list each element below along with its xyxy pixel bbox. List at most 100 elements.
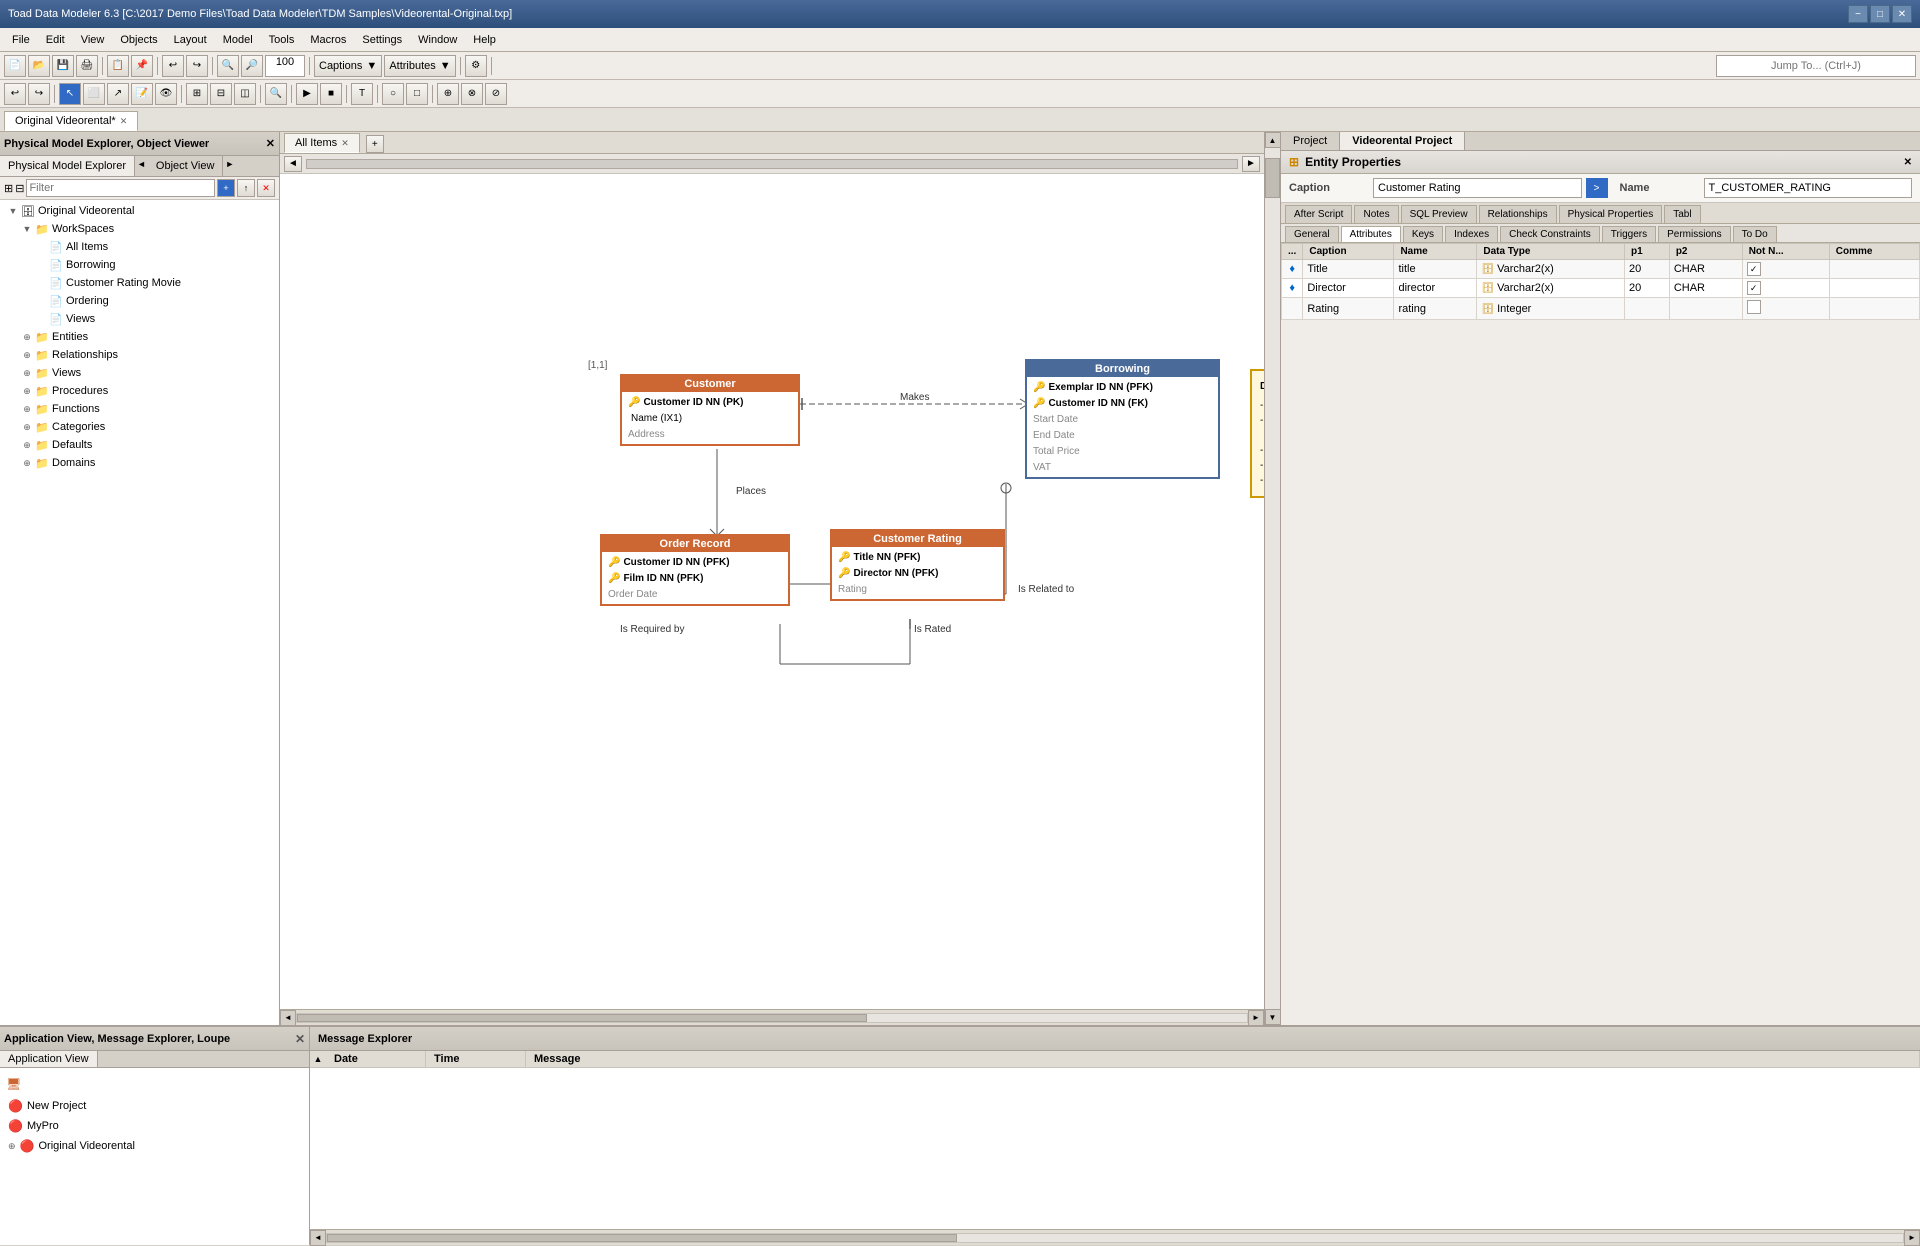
msg-hscroll-thumb[interactable] — [327, 1234, 957, 1242]
tb2-run[interactable]: ▶ — [296, 83, 318, 105]
general-tab[interactable]: General — [1285, 226, 1339, 242]
attributes-dropdown[interactable]: Attributes ▼ — [384, 55, 455, 77]
tree-workspaces[interactable]: ▼ 📁 WorkSpaces — [2, 220, 277, 238]
tree-crm[interactable]: 📄 Customer Rating Movie — [2, 274, 277, 292]
menu-edit[interactable]: Edit — [38, 29, 73, 51]
physical-model-tab[interactable]: Physical Model Explorer — [0, 156, 135, 176]
caption-arrow-btn[interactable]: > — [1586, 178, 1608, 198]
resize-handle-tl[interactable] — [832, 531, 840, 539]
close-button[interactable]: ✕ — [1892, 5, 1912, 23]
tb2-extra1[interactable]: ⊕ — [437, 83, 459, 105]
new-btn[interactable]: 📄 — [4, 55, 26, 77]
attributes-table-container[interactable]: ... Caption Name Data Type p1 p2 Not N..… — [1281, 243, 1920, 1025]
th-notnull[interactable]: Not N... — [1742, 244, 1829, 260]
relationships-tab[interactable]: Relationships — [1479, 205, 1557, 223]
o-expand[interactable] — [34, 294, 48, 308]
captions-dropdown[interactable]: Captions ▼ — [314, 55, 382, 77]
tb2-note[interactable]: 📝 — [131, 83, 153, 105]
resize-handle-bl[interactable] — [832, 591, 840, 599]
msg-hscroll-left[interactable]: ◄ — [310, 1230, 326, 1246]
pan-right[interactable]: ► — [1242, 156, 1260, 172]
tb2-entity[interactable]: ⬜ — [83, 83, 105, 105]
tree-categories[interactable]: ⊕ 📁 Categories — [2, 418, 277, 436]
todo-tab[interactable]: To Do — [1733, 226, 1777, 242]
canvas-area[interactable]: [1,1] [2,1] Customer 🔑 Customer ID NN (P… — [280, 174, 1264, 1009]
zoom-in-btn[interactable]: 🔍 — [217, 55, 239, 77]
app-item-mypro[interactable]: 🔴 MyPro — [4, 1116, 305, 1136]
tb2-rel[interactable]: ↗ — [107, 83, 129, 105]
remove-filter-btn[interactable]: ↑ — [237, 179, 255, 197]
tree-container[interactable]: ▼ 🗄 Original Videorental ▼ 📁 WorkSpaces … — [0, 200, 279, 1025]
msg-message-col[interactable]: Message — [526, 1051, 1920, 1067]
tree-domains[interactable]: ⊕ 📁 Domains — [2, 454, 277, 472]
tb2-align[interactable]: ⊞ — [186, 83, 208, 105]
tree-views-ws[interactable]: 📄 Views — [2, 310, 277, 328]
paste-btn[interactable]: 📌 — [131, 55, 153, 77]
vscroll-down[interactable]: ▼ — [1265, 1009, 1281, 1025]
print-btn[interactable]: 🖨 — [76, 55, 98, 77]
menu-macros[interactable]: Macros — [302, 29, 354, 51]
cat-expand[interactable]: ⊕ — [20, 420, 34, 434]
object-viewer-tab[interactable]: Object View — [148, 156, 224, 176]
vscroll-up[interactable]: ▲ — [1265, 132, 1281, 148]
app-item-original[interactable]: ⊕ 🔴 Original Videorental — [4, 1136, 305, 1156]
tb2-t1[interactable]: T — [351, 83, 373, 105]
all-items-tab-close[interactable]: ✕ — [341, 138, 349, 149]
def-expand[interactable]: ⊕ — [20, 438, 34, 452]
ws-expand[interactable]: ▼ — [20, 222, 34, 236]
hscroll-left[interactable]: ◄ — [280, 1010, 296, 1026]
tb2-btn1[interactable]: ↩ — [4, 83, 26, 105]
th-datatype[interactable]: Data Type — [1477, 244, 1625, 260]
app-item-new-project[interactable]: 🔴 New Project — [4, 1096, 305, 1116]
menu-window[interactable]: Window — [410, 29, 465, 51]
menu-model[interactable]: Model — [215, 29, 261, 51]
zoom-input[interactable]: 100 — [265, 55, 305, 77]
clear-filter-btn[interactable]: ✕ — [257, 179, 275, 197]
tb2-snap[interactable]: ◫ — [234, 83, 256, 105]
menu-help[interactable]: Help — [465, 29, 504, 51]
tb2-grid[interactable]: ⊟ — [210, 83, 232, 105]
tb2-circle[interactable]: ○ — [382, 83, 404, 105]
ent-expand[interactable]: ⊕ — [20, 330, 34, 344]
msg-hscroll-track[interactable] — [326, 1233, 1904, 1243]
sql-preview-tab[interactable]: SQL Preview — [1401, 205, 1477, 223]
vscroll-track[interactable] — [1265, 148, 1280, 1009]
new-diagram-btn[interactable]: + — [366, 135, 384, 153]
hscroll-thumb[interactable] — [297, 1014, 867, 1022]
triggers-tab[interactable]: Triggers — [1602, 226, 1656, 242]
tb2-stop[interactable]: ■ — [320, 83, 342, 105]
tb2-extra3[interactable]: ⊘ — [485, 83, 507, 105]
attributes-tab[interactable]: Attributes — [1341, 226, 1401, 242]
v-expand[interactable]: ⊕ — [20, 366, 34, 380]
hscroll-right[interactable]: ► — [1248, 1010, 1264, 1026]
add-filter-btn[interactable]: + — [217, 179, 235, 197]
permissions-tab[interactable]: Permissions — [1658, 226, 1730, 242]
undo-btn[interactable]: ↩ — [162, 55, 184, 77]
copy-btn[interactable]: 📋 — [107, 55, 129, 77]
notes-tab[interactable]: Notes — [1354, 205, 1398, 223]
settings-btn[interactable]: ⚙ — [465, 55, 487, 77]
h-scrollbar[interactable] — [306, 159, 1238, 169]
save-btn[interactable]: 💾 — [52, 55, 74, 77]
resize-handle-br[interactable] — [995, 591, 1003, 599]
open-btn[interactable]: 📂 — [28, 55, 50, 77]
sort-arrow[interactable]: ▲ — [310, 1051, 326, 1067]
tree-root[interactable]: ▼ 🗄 Original Videorental — [2, 202, 277, 220]
tb2-select[interactable]: ↖ — [59, 83, 81, 105]
bottom-left-close[interactable]: ✕ — [295, 1032, 305, 1046]
menu-tools[interactable]: Tools — [261, 29, 303, 51]
zoom-out-btn[interactable]: 🔎 — [241, 55, 263, 77]
tree-relationships[interactable]: ⊕ 📁 Relationships — [2, 346, 277, 364]
hscroll-track[interactable] — [296, 1013, 1248, 1023]
all-items-tab[interactable]: All Items ✕ — [284, 133, 360, 153]
filter-input[interactable] — [26, 179, 215, 197]
ai-expand[interactable] — [34, 240, 48, 254]
pan-left[interactable]: ◄ — [284, 156, 302, 172]
tree-borrowing[interactable]: 📄 Borrowing — [2, 256, 277, 274]
notnull-director-check[interactable] — [1747, 281, 1761, 295]
rel-expand[interactable]: ⊕ — [20, 348, 34, 362]
th-p1[interactable]: p1 — [1625, 244, 1670, 260]
root-expand[interactable]: ▼ — [6, 204, 20, 218]
maximize-button[interactable]: □ — [1870, 5, 1890, 23]
vscroll-thumb[interactable] — [1265, 158, 1280, 198]
